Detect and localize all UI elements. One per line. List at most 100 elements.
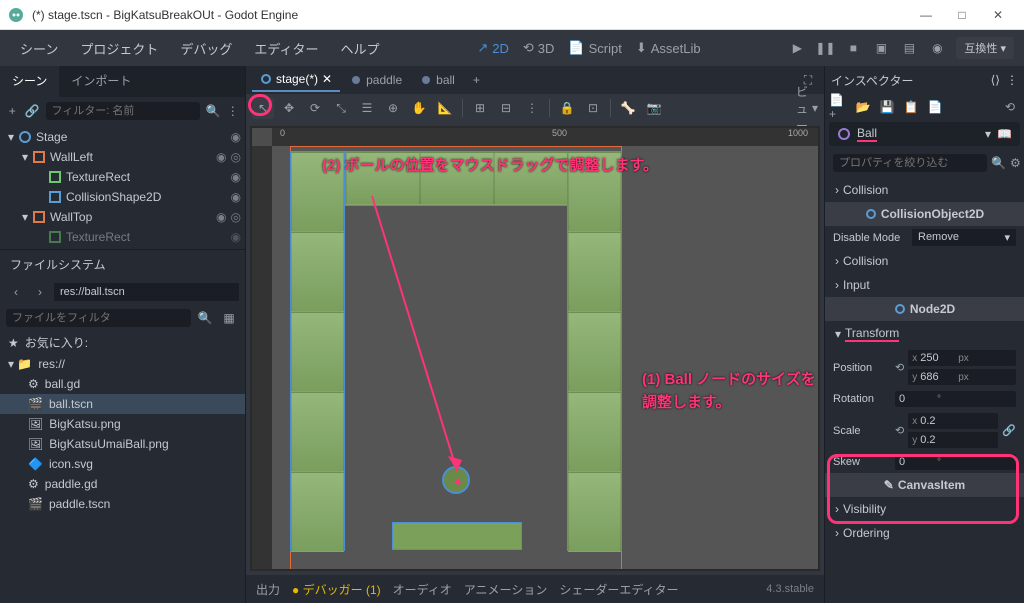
add-node-icon[interactable]: + [6,101,19,121]
tab-scene[interactable]: シーン [0,66,59,97]
tree-node-walltop[interactable]: ▾ WallTop◉◎ [0,207,245,227]
file-ball-tscn[interactable]: 🎬 ball.tscn [0,394,245,414]
lock-icon[interactable]: 🔒 [556,97,578,119]
view-menu[interactable]: ビュー ▾ [796,97,818,119]
mode-2d[interactable]: ↗ 2D [477,40,509,56]
docs-icon[interactable]: 📖 [997,127,1012,141]
section-input[interactable]: › Input [825,273,1024,297]
skeleton-icon[interactable]: 🦴 [617,97,639,119]
inspector-node-selector[interactable]: Ball ▾ 📖 [829,122,1020,146]
section-collision2[interactable]: › Collision [825,249,1024,273]
pivot-icon[interactable]: ⊕ [382,97,404,119]
list-select-icon[interactable]: ☰ [356,97,378,119]
scene-tab-stage[interactable]: stage(*) ✕ [252,68,340,92]
tab-import[interactable]: インポート [59,66,143,97]
tree-node-texturerect1[interactable]: TextureRect◉ [0,167,245,187]
history-back-icon[interactable]: ⟨⟩ [991,73,1000,87]
visible-icon[interactable]: ◉ [231,130,241,144]
file-bigkatsu-umaiball-png[interactable]: 🖼 BigKatsuUmaiBall.png [0,434,245,454]
link-icon[interactable]: 🔗 [1002,424,1016,437]
wall-right[interactable] [567,151,622,551]
minimize-button[interactable]: — [908,0,944,30]
mode-script[interactable]: 📄 Script [568,40,621,56]
tab-animation[interactable]: アニメーション [464,581,548,598]
filesystem-path-input[interactable] [54,283,239,301]
snap-toggle-icon[interactable]: ⊞ [469,97,491,119]
back-icon[interactable]: ‹ [6,282,26,302]
close-tab-icon[interactable]: ✕ [322,72,332,86]
play-icon[interactable]: ▶ [788,39,806,57]
file-icon-svg[interactable]: 🔷 icon.svg [0,454,245,474]
pause-icon[interactable]: ❚❚ [816,39,834,57]
play-scene-icon[interactable]: ▣ [872,39,890,57]
close-button[interactable]: ✕ [980,0,1016,30]
history-icon[interactable]: ⟲ [1000,97,1020,117]
scene-filter-input[interactable] [46,102,200,120]
chevron-down-icon[interactable]: ▾ [985,127,991,141]
rotation-input[interactable] [899,393,934,405]
mode-3d[interactable]: ⟲ 3D [523,40,555,56]
prop-rotation[interactable]: Rotation ° [825,388,1024,410]
class-collisionobject2d[interactable]: CollisionObject2D [825,202,1024,226]
file-bigkatsu-png[interactable]: 🖼 BigKatsu.png [0,414,245,434]
filter-options-icon[interactable]: ⚙ [1010,153,1021,173]
section-transform[interactable]: ▾ Transform [825,321,1024,347]
scale-y-input[interactable] [920,434,955,446]
position-x-input[interactable] [920,352,955,364]
maximize-button[interactable]: □ [944,0,980,30]
copy-icon[interactable]: 📋 [901,97,921,117]
menu-help[interactable]: ヘルプ [330,35,389,62]
search-icon[interactable]: 🔍 [195,308,215,328]
scale-mode-icon[interactable]: ⤡ [330,97,352,119]
scene-tab-ball[interactable]: ball [412,69,463,91]
reset-icon[interactable]: ⟲ [895,361,904,374]
movie-icon[interactable]: ◉ [928,39,946,57]
tree-node-wallleft[interactable]: ▾ WallLeft◉◎ [0,147,245,167]
pan-mode-icon[interactable]: ✋ [408,97,430,119]
link-icon[interactable]: 🔗 [25,101,40,121]
renderer-dropdown[interactable]: 互換性 ▾ [956,37,1014,59]
resource-load-icon[interactable]: 📂 [853,97,873,117]
paddle[interactable] [392,522,522,550]
paste-icon[interactable]: 📄 [925,97,945,117]
menu-editor[interactable]: エディター [244,35,328,62]
view-mode-icon[interactable]: ▦ [219,308,239,328]
canvas-2d[interactable]: ✦ (2) ボールの位置をマウスドラッグで調整します。 (1) Ball ノード… [272,146,818,569]
viewport-2d[interactable]: 0 500 1000 ✦ [250,126,820,571]
more-icon[interactable]: ⋮ [1006,73,1018,87]
tree-node-collision1[interactable]: CollisionShape2D◉ [0,187,245,207]
search-icon[interactable]: 🔍 [206,101,221,121]
more-icon[interactable]: ⋮ [226,101,239,121]
tree-node-stage[interactable]: ▾ Stage◉ [0,127,245,147]
play-custom-icon[interactable]: ▤ [900,39,918,57]
class-node2d[interactable]: Node2D [825,297,1024,321]
prop-disable-mode[interactable]: Disable ModeRemove ▾ [825,226,1024,249]
resource-save-icon[interactable]: 💾 [877,97,897,117]
ruler-mode-icon[interactable]: 📐 [434,97,456,119]
rotate-mode-icon[interactable]: ⟳ [304,97,326,119]
menu-debug[interactable]: デバッグ [170,35,242,62]
file-paddle-tscn[interactable]: 🎬 paddle.tscn [0,494,245,514]
add-scene-tab[interactable]: + [465,69,488,91]
menu-project[interactable]: プロジェクト [70,35,168,62]
scale-x-input[interactable] [920,415,955,427]
position-y-input[interactable] [920,371,955,383]
file-paddle-gd[interactable]: ⚙ paddle.gd [0,474,245,494]
file-root[interactable]: ▾ 📁 res:// [0,354,245,374]
forward-icon[interactable]: › [30,282,50,302]
menu-scene[interactable]: シーン [10,35,68,62]
tab-debugger[interactable]: ● デバッガー (1) [292,581,381,598]
wall-left[interactable] [290,151,345,551]
property-filter-input[interactable] [833,154,987,172]
search-icon[interactable]: 🔍 [991,153,1006,173]
filesystem-filter-input[interactable] [6,309,191,327]
prop-scale[interactable]: Scale ⟲ x y 🔗 [825,410,1024,451]
section-ordering[interactable]: › Ordering [825,521,1024,545]
prop-position[interactable]: Position ⟲ xpx ypx [825,347,1024,388]
section-collision1[interactable]: › Collision [825,178,1024,202]
tab-shader[interactable]: シェーダーエディター [559,581,678,598]
stop-icon[interactable]: ■ [844,39,862,57]
tab-audio[interactable]: オーディオ [393,581,452,598]
resource-new-icon[interactable]: 📄+ [829,97,849,117]
mode-assetlib[interactable]: ⬇ AssetLib [636,40,701,56]
